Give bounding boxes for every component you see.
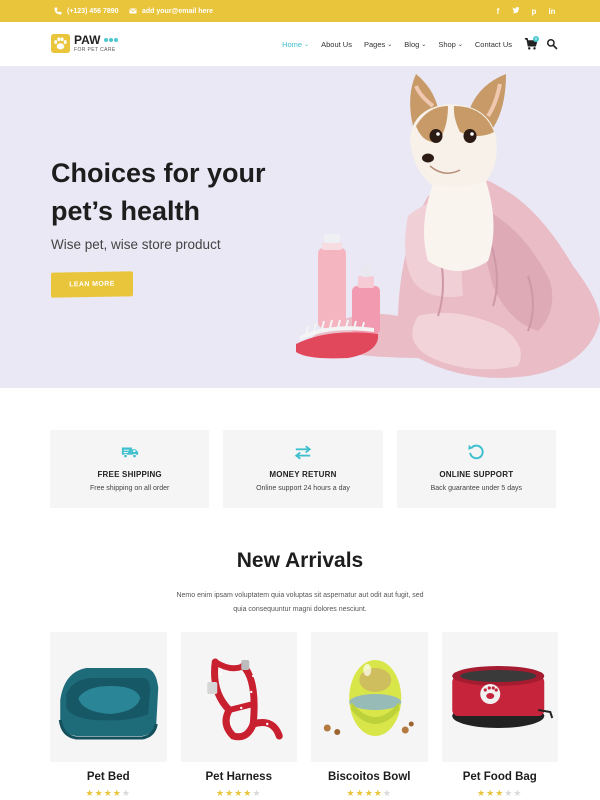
feature-desc: Online support 24 hours a day [256,485,350,492]
product-image[interactable] [50,632,167,762]
product-name[interactable]: Pet Food Bag [463,771,537,783]
star-filled-icon: ★ [346,788,356,798]
nav-label-about: About Us [321,39,352,49]
nav-label-shop: Shop [438,39,456,49]
star-filled-icon: ★ [495,788,505,798]
site-logo[interactable]: PAW FOR PET CARE [51,33,119,53]
logo-name: PAW [74,33,101,47]
hero-subtitle: Wise pet, wise store product [51,237,221,252]
logo-dots [104,38,119,42]
envelope-icon [129,8,137,14]
product-card[interactable]: Pet Harness ★★★★★ [180,632,297,799]
rating-stars: ★★★★★ [216,788,261,799]
main-nav: Home ⌄ About Us Pages ⌄ Blog ⌄ Shop ⌄ Co… [282,22,512,66]
nav-item-blog[interactable]: Blog ⌄ [404,40,426,49]
product-name[interactable]: Biscoitos Bowl [328,771,410,783]
product-card[interactable]: Pet Bed ★★★★★ [50,632,167,799]
new-arrivals-title: New Arrivals [236,549,364,572]
exchange-arrows-icon [294,445,312,460]
rating-stars: ★★★★★ [347,788,392,799]
star-filled-icon: ★ [243,788,253,798]
product-image[interactable] [180,632,297,762]
feature-desc: Free shipping on all order [89,485,170,492]
twitter-icon[interactable] [512,6,520,16]
star-filled-icon: ★ [225,788,235,798]
chevron-down-icon: ⌄ [421,41,427,48]
star-filled-icon: ★ [94,788,104,798]
star-filled-icon: ★ [364,788,374,798]
nav-label-blog: Blog [404,39,420,49]
rating-stars: ★★★★★ [86,788,131,799]
site-header: PAW FOR PET CARE Home ⌄ About Us Pages ⌄… [0,22,600,66]
pet-harness-image [206,658,283,741]
pet-bed-image [58,668,159,740]
logo-tagline: FOR PET CARE [74,47,116,53]
food-bag-image [451,666,553,728]
product-card[interactable]: Pet Food Bag ★★★★★ [441,632,558,799]
chevron-down-icon: ⌄ [387,41,393,48]
phone-icon [54,7,62,15]
feature-card: FREE SHIPPING Free shipping on all order [50,430,210,508]
star-empty-icon: ★ [121,788,131,798]
feature-card: ONLINE SUPPORT Back guarantee under 5 da… [396,430,556,508]
top-bar: (+123) 456 7890 add your@email here f p … [0,0,600,22]
star-filled-icon: ★ [112,788,122,798]
dog-in-towel-image [296,74,600,378]
nav-label-pages: Pages [363,39,386,49]
star-filled-icon: ★ [355,788,365,798]
paw-logo-icon [51,34,70,53]
star-filled-icon: ★ [486,788,496,798]
nav-item-pages[interactable]: Pages ⌄ [364,40,392,49]
nav-label-home: Home [282,39,303,49]
product-name[interactable]: Pet Bed [87,771,130,783]
treat-ball-image [323,660,414,736]
hero-title: Choices for your pet’s health [51,158,266,226]
facebook-icon[interactable]: f [494,7,502,16]
star-filled-icon: ★ [103,788,113,798]
star-filled-icon: ★ [234,788,244,798]
star-filled-icon: ★ [85,788,95,798]
feature-desc: Back guarantee under 5 days [430,485,523,492]
nav-item-about[interactable]: About Us [321,40,352,49]
hero-banner: Choices for your pet’s health Wise pet, … [0,66,600,388]
nav-item-contact[interactable]: Contact Us [475,40,512,49]
star-filled-icon: ★ [373,788,383,798]
star-empty-icon: ★ [382,788,392,798]
product-image[interactable] [311,632,428,762]
social-links: f p in [494,0,556,22]
product-card[interactable]: Biscoitos Bowl ★★★★★ [311,632,428,799]
star-empty-icon: ★ [252,788,262,798]
star-empty-icon: ★ [513,788,523,798]
feature-title: MONEY RETURN [269,470,337,479]
cart-count-badge: 0 [533,36,539,42]
chevron-down-icon: ⌄ [457,41,463,48]
email-contact[interactable]: add your@email here [129,0,213,22]
phone-contact[interactable]: (+123) 456 7890 [54,0,119,22]
nav-label-contact: Contact Us [474,39,512,49]
chevron-down-icon: ⌄ [304,41,310,48]
feature-card: MONEY RETURN Online support 24 hours a d… [223,430,383,508]
new-arrivals-desc: Nemo enim ipsam voluptatem quia voluptas… [176,592,424,613]
search-icon[interactable] [546,38,558,50]
feature-title: FREE SHIPPING [97,470,162,479]
learn-more-button[interactable]: LEAN MORE [51,271,133,298]
feature-title: ONLINE SUPPORT [439,470,514,479]
star-filled-icon: ★ [216,788,226,798]
star-empty-icon: ★ [504,788,514,798]
star-filled-icon: ★ [477,788,487,798]
product-name[interactable]: Pet Harness [206,771,272,783]
feature-list: FREE SHIPPING Free shipping on all order… [50,430,556,508]
linkedin-icon[interactable]: in [548,7,556,16]
rating-stars: ★★★★★ [477,788,522,799]
phone-number: (+123) 456 7890 [67,7,119,15]
nav-item-home[interactable]: Home ⌄ [282,40,309,49]
undo-icon [468,444,484,460]
product-image[interactable] [441,632,558,762]
nav-item-shop[interactable]: Shop ⌄ [438,40,463,49]
truck-icon [121,447,138,459]
product-grid: Pet Bed ★★★★★ Pet Harness ★★★★★ Biscoito… [50,632,558,799]
email-address: add your@email here [142,7,214,15]
pinterest-icon[interactable]: p [530,7,538,16]
